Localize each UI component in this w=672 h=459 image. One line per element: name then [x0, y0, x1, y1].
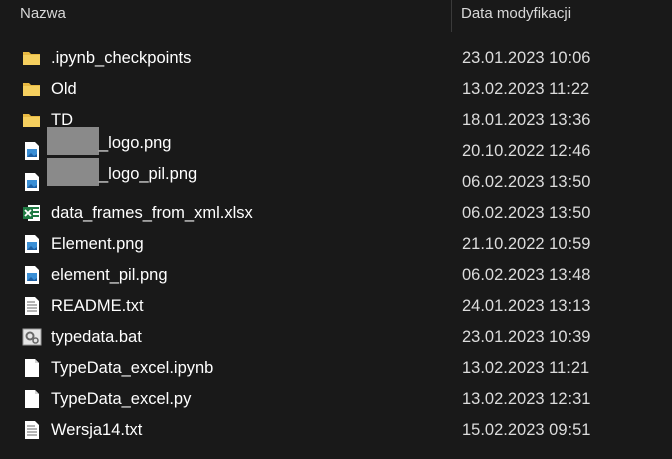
- file-list: .ipynb_checkpoints 23.01.2023 10:06 Old …: [0, 43, 672, 446]
- column-header-name[interactable]: Nazwa: [20, 5, 66, 22]
- file-row[interactable]: data_frames_from_xml.xlsx 06.02.2023 13:…: [0, 198, 672, 229]
- file-name: typedata.bat: [51, 328, 142, 346]
- file-row[interactable]: Element.png 21.10.2022 10:59: [0, 229, 672, 260]
- text-file-icon: [25, 297, 39, 315]
- file-date-modified: 23.01.2023 10:06: [462, 49, 591, 67]
- column-divider[interactable]: [451, 0, 452, 32]
- file-date-modified: 13.02.2023 11:22: [462, 80, 590, 98]
- file-row[interactable]: _logo_pil.png 06.02.2023 13:50: [0, 158, 672, 198]
- file-row[interactable]: element_pil.png 06.02.2023 13:48: [0, 260, 672, 291]
- excel-file-icon: [23, 205, 40, 221]
- column-header-date-modified[interactable]: Data modyfikacji: [461, 5, 571, 22]
- file-row[interactable]: TypeData_excel.ipynb 13.02.2023 11:21: [0, 353, 672, 384]
- folder-icon: [23, 114, 40, 127]
- file-date-modified: 06.02.2023 13:48: [462, 266, 591, 284]
- folder-icon: [23, 52, 40, 65]
- file-row[interactable]: .ipynb_checkpoints 23.01.2023 10:06: [0, 43, 672, 74]
- file-name: element_pil.png: [51, 266, 168, 284]
- file-date-modified: 18.01.2023 13:36: [462, 111, 591, 129]
- file-row[interactable]: README.txt 24.01.2023 13:13: [0, 291, 672, 322]
- text-file-icon: [25, 421, 39, 439]
- file-date-modified: 23.01.2023 10:39: [462, 328, 591, 346]
- file-date-modified: 21.10.2022 10:59: [462, 235, 591, 253]
- file-name: Old: [51, 80, 77, 98]
- file-name: _logo_pil.png: [47, 158, 198, 187]
- blank-file-icon: [25, 390, 39, 408]
- file-date-modified: 13.02.2023 12:31: [462, 390, 591, 408]
- image-file-icon: [25, 173, 39, 191]
- image-file-icon: [25, 266, 39, 284]
- folder-icon: [23, 83, 40, 96]
- file-name: _logo.png: [47, 127, 172, 156]
- file-date-modified: 20.10.2022 12:46: [462, 142, 591, 160]
- file-row[interactable]: typedata.bat 23.01.2023 10:39: [0, 322, 672, 353]
- image-file-icon: [25, 142, 39, 160]
- file-date-modified: 15.02.2023 09:51: [462, 421, 591, 439]
- file-row[interactable]: TypeData_excel.py 13.02.2023 12:31: [0, 384, 672, 415]
- file-row[interactable]: Wersja14.txt 15.02.2023 09:51: [0, 415, 672, 446]
- blank-file-icon: [25, 359, 39, 377]
- file-name: TypeData_excel.ipynb: [51, 359, 214, 377]
- file-row[interactable]: Old 13.02.2023 11:22: [0, 74, 672, 105]
- file-date-modified: 06.02.2023 13:50: [462, 204, 591, 222]
- file-row[interactable]: _logo.png 20.10.2022 12:46: [0, 127, 672, 167]
- file-name: TypeData_excel.py: [51, 390, 192, 408]
- file-row[interactable]: TD 18.01.2023 13:36: [0, 105, 672, 136]
- redacted-block: [47, 158, 99, 186]
- file-date-modified: 13.02.2023 11:21: [462, 359, 590, 377]
- file-date-modified: 06.02.2023 13:50: [462, 173, 591, 191]
- file-date-modified: 24.01.2023 13:13: [462, 297, 591, 315]
- file-name-text: _logo_pil.png: [99, 165, 198, 184]
- redacted-block: [47, 127, 99, 155]
- batch-file-icon: [22, 328, 42, 346]
- file-name-text: _logo.png: [99, 134, 172, 153]
- file-name: README.txt: [51, 297, 144, 315]
- image-file-icon: [25, 235, 39, 253]
- column-header: Nazwa Data modyfikacji: [0, 0, 672, 32]
- file-name: data_frames_from_xml.xlsx: [51, 204, 253, 222]
- file-name: .ipynb_checkpoints: [51, 49, 192, 67]
- file-name: Element.png: [51, 235, 144, 253]
- file-name: Wersja14.txt: [51, 421, 143, 439]
